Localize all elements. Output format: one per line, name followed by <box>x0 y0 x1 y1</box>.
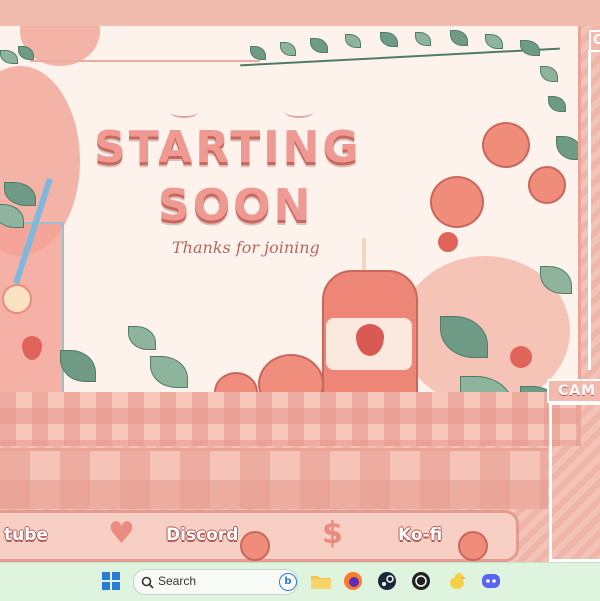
dollar-icon: $ <box>322 516 343 551</box>
social-bar: tube ♥ Discord $ Ko-fi <box>0 510 519 562</box>
strawberry-right-5 <box>510 346 532 368</box>
steam-icon[interactable] <box>376 570 398 592</box>
flourish-left <box>170 106 198 118</box>
lemon-slice <box>2 284 32 314</box>
file-explorer-icon[interactable] <box>310 570 332 592</box>
vine-leaf <box>310 38 328 53</box>
vine-leaf <box>485 34 503 49</box>
vine-leaf <box>520 40 540 56</box>
taskbar <box>0 562 600 601</box>
strawberry-deco <box>458 531 488 561</box>
obs-icon[interactable] <box>410 570 432 592</box>
camera-frame <box>549 402 600 562</box>
bottle-straw <box>362 238 366 274</box>
heart-icon: ♥ <box>108 516 135 551</box>
windows-start-icon[interactable] <box>100 570 122 592</box>
search-icon <box>141 574 154 593</box>
vine-leaf <box>345 34 361 48</box>
starting-soon-scene: STARTING SOON Thanks for joining <box>0 26 581 446</box>
search-placeholder: Search <box>158 574 197 588</box>
vine-leaf <box>548 96 566 112</box>
discord-icon[interactable] <box>480 570 502 592</box>
chicken-app-icon[interactable] <box>446 570 468 592</box>
checkered-tablecloth <box>0 392 578 446</box>
subtitle-thanks: Thanks for joining <box>172 238 320 257</box>
vine-leaf <box>280 42 296 56</box>
right-cam-frame <box>588 50 600 370</box>
top-border-band <box>0 0 600 26</box>
strawberry-right-1 <box>482 122 530 168</box>
title-soon: SOON <box>158 180 314 231</box>
social-item-youtube[interactable]: tube <box>0 513 70 559</box>
strawberry-right-2 <box>430 176 484 228</box>
firefox-icon[interactable] <box>342 570 364 592</box>
social-label-kofi: Ko-fi <box>398 525 443 545</box>
social-label-youtube: tube <box>4 525 48 545</box>
cam-label: CAM <box>547 379 600 403</box>
vine-leaf <box>380 32 398 47</box>
bush-leaf <box>60 350 96 382</box>
bing-icon: b <box>279 573 297 591</box>
strawberry-right-3 <box>528 166 566 204</box>
vine-leaf <box>450 30 468 46</box>
top-rule <box>30 60 260 62</box>
taskbar-search[interactable]: Search b <box>133 569 298 595</box>
strawberry-deco <box>240 531 270 561</box>
checkered-band <box>0 448 548 509</box>
flourish-right <box>285 106 313 118</box>
bush-leaf <box>150 356 188 388</box>
title-starting: STARTING <box>94 122 362 173</box>
bush-leaf <box>556 136 578 160</box>
vine-leaf <box>0 50 18 64</box>
top-cam-label: C <box>589 30 600 52</box>
strawberry-right-4 <box>438 232 458 252</box>
bush-leaf <box>128 326 156 350</box>
vine-leaf <box>415 32 431 46</box>
vine-leaf <box>540 66 558 82</box>
social-label-discord: Discord <box>166 525 239 545</box>
vine-leaf <box>250 46 266 60</box>
